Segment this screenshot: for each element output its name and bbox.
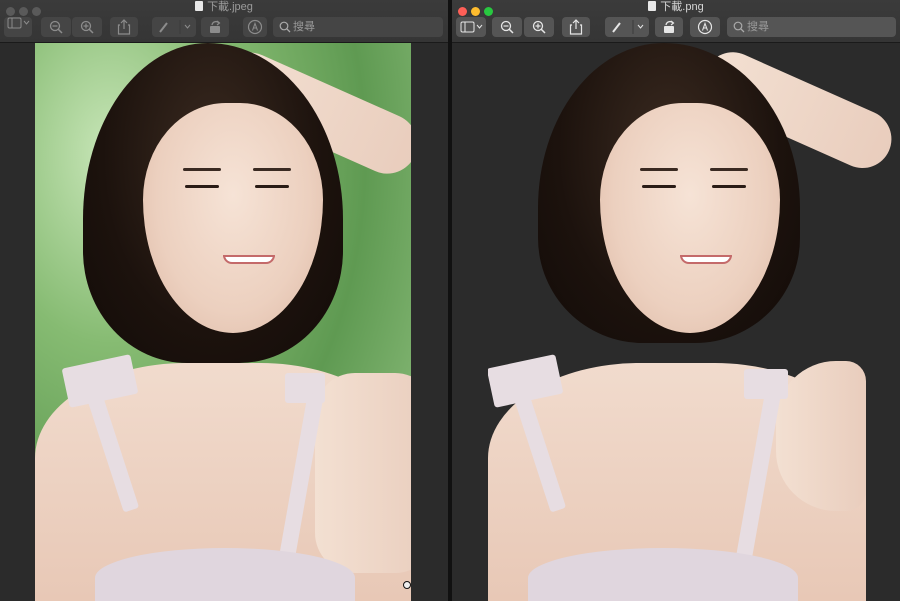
rotate-button[interactable] bbox=[201, 17, 229, 37]
document-icon bbox=[195, 1, 204, 11]
share-button[interactable] bbox=[562, 17, 590, 37]
zoom-in-icon bbox=[532, 20, 546, 34]
search-icon bbox=[279, 21, 291, 33]
image-corner-marker bbox=[403, 581, 411, 589]
search-placeholder: 搜尋 bbox=[747, 21, 769, 33]
right-arm bbox=[776, 361, 866, 511]
sidebar-toggle-icon bbox=[460, 21, 483, 33]
right-brow bbox=[253, 168, 291, 171]
markup-pen-button[interactable] bbox=[152, 17, 196, 37]
rotate-icon bbox=[664, 20, 675, 33]
search-placeholder: 搜尋 bbox=[293, 21, 315, 33]
top-garment bbox=[95, 548, 355, 601]
titlebar[interactable]: 下載.jpeg 搜尋 bbox=[0, 0, 448, 43]
right-eye bbox=[255, 185, 289, 188]
window-title: 下載.png bbox=[452, 0, 900, 14]
window-title-text: 下載.jpeg bbox=[207, 1, 253, 13]
sidebar-toggle-button[interactable] bbox=[456, 17, 486, 37]
share-button[interactable] bbox=[110, 17, 138, 37]
preview-window-png: 下載.png 搜尋 bbox=[452, 0, 900, 601]
markup-pen-icon bbox=[159, 20, 191, 34]
titlebar[interactable]: 下載.png 搜尋 bbox=[452, 0, 900, 43]
right-brow bbox=[710, 168, 748, 171]
right-arm bbox=[315, 373, 411, 573]
zoom-in-button[interactable] bbox=[72, 17, 102, 37]
share-icon bbox=[569, 19, 583, 35]
preview-window-jpeg: 下載.jpeg 搜尋 bbox=[0, 0, 448, 601]
smile bbox=[680, 255, 732, 264]
left-brow bbox=[640, 168, 678, 171]
zoom-out-icon bbox=[500, 20, 514, 34]
zoom-in-icon bbox=[80, 20, 94, 34]
markup-toolbar-icon bbox=[247, 19, 263, 35]
markup-toolbar-icon bbox=[697, 19, 713, 35]
left-brow bbox=[183, 168, 221, 171]
image-canvas[interactable] bbox=[488, 43, 900, 601]
document-icon bbox=[648, 1, 657, 11]
markup-pen-icon bbox=[612, 20, 644, 34]
image-canvas[interactable] bbox=[35, 43, 411, 601]
smile bbox=[223, 255, 275, 264]
zoom-in-button[interactable] bbox=[524, 17, 554, 37]
right-eye bbox=[712, 185, 746, 188]
left-eye bbox=[642, 185, 676, 188]
zoom-out-button[interactable] bbox=[41, 17, 71, 37]
sidebar-toggle-button[interactable] bbox=[4, 17, 32, 37]
rotate-button[interactable] bbox=[655, 17, 683, 37]
window-title: 下載.jpeg bbox=[0, 0, 448, 14]
search-field[interactable]: 搜尋 bbox=[727, 17, 896, 37]
rotate-icon bbox=[210, 20, 221, 33]
share-icon bbox=[117, 19, 131, 35]
sidebar-toggle-icon bbox=[7, 17, 30, 29]
window-title-text: 下載.png bbox=[660, 1, 704, 13]
left-eye bbox=[185, 185, 219, 188]
zoom-out-button[interactable] bbox=[492, 17, 522, 37]
search-icon bbox=[733, 21, 745, 33]
zoom-out-icon bbox=[49, 20, 63, 34]
markup-toolbar-button[interactable] bbox=[690, 17, 720, 37]
markup-toolbar-button[interactable] bbox=[243, 17, 267, 37]
top-garment bbox=[528, 548, 798, 601]
markup-pen-button[interactable] bbox=[605, 17, 649, 37]
search-field[interactable]: 搜尋 bbox=[273, 17, 443, 37]
